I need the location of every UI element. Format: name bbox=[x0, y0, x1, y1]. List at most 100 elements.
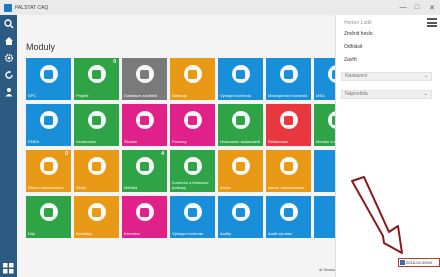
module-tile[interactable]: Databáze zdvatelů bbox=[122, 58, 167, 100]
module-tile[interactable]: Audit výrobku bbox=[266, 196, 311, 238]
calendar-icon bbox=[400, 260, 405, 265]
chevron-down-icon: ⌄ bbox=[423, 73, 428, 79]
apps-grid-icon[interactable] bbox=[3, 263, 14, 274]
cycle-icon bbox=[87, 111, 106, 129]
module-tile-label: Díly bbox=[28, 230, 35, 236]
archive-icon bbox=[231, 157, 250, 175]
close-button[interactable]: ✕ bbox=[424, 0, 440, 15]
module-tile[interactable]: Školení bbox=[122, 104, 167, 146]
audit2-icon bbox=[279, 203, 298, 221]
fmea-icon bbox=[39, 111, 58, 129]
date-indicator: 2018-02-09/04 bbox=[398, 258, 440, 267]
date-text: 2018-02-09/04 bbox=[406, 260, 433, 265]
module-tile[interactable]: Audity bbox=[218, 196, 263, 238]
settings-gear-icon[interactable] bbox=[0, 49, 17, 66]
module-tile[interactable]: SPC bbox=[26, 58, 71, 100]
module-tile-label: Mezioperační kontrola bbox=[268, 92, 308, 98]
window-controls: — □ ✕ bbox=[396, 0, 440, 15]
module-tile-label: Hodnocení dodavatelů bbox=[220, 138, 261, 144]
module-tile-label: Archiv bbox=[220, 184, 232, 190]
module-tile[interactable]: Interní dokumentace bbox=[266, 150, 311, 192]
person-icon bbox=[135, 111, 154, 129]
module-tile[interactable]: Reklamace bbox=[266, 104, 311, 146]
module-tile-label: Projekt bbox=[76, 92, 89, 98]
module-tile[interactable]: Stroje bbox=[74, 150, 119, 192]
audit-icon bbox=[231, 203, 250, 221]
main-area: Moduly SPC Projekt 0 Databáze zdvatelů Nástr… bbox=[17, 15, 359, 277]
module-tile[interactable]: Kontakty bbox=[74, 196, 119, 238]
claim-icon bbox=[279, 111, 298, 129]
refresh-icon[interactable] bbox=[0, 66, 17, 83]
section-help-label: Nápověda bbox=[345, 91, 368, 97]
module-tile-label: Měřidla bbox=[124, 184, 138, 190]
module-tile-label: Interview bbox=[124, 230, 141, 236]
module-tile-label: Kontakty bbox=[76, 230, 92, 236]
module-tile-label: Audit výrobku bbox=[268, 230, 293, 236]
home-icon[interactable] bbox=[0, 32, 17, 49]
module-tile[interactable]: Mezioperační kontrola bbox=[266, 58, 311, 100]
db-icon bbox=[135, 65, 154, 83]
module-tile[interactable]: Projekt 0 bbox=[74, 58, 119, 100]
menu-item-close[interactable]: Zavřít bbox=[344, 57, 357, 63]
interview-icon bbox=[135, 203, 154, 221]
machine-icon bbox=[87, 157, 106, 175]
module-tile-label: SPC bbox=[28, 92, 37, 98]
search-icon[interactable] bbox=[0, 15, 17, 32]
module-tile-label: Kontrolní a testovací postupy bbox=[172, 180, 209, 190]
section-settings-label: Nastavení bbox=[345, 73, 368, 79]
module-tile[interactable]: Řízení dokumentací 0 bbox=[26, 150, 71, 192]
module-tile[interactable]: Výstupní kontrola bbox=[170, 196, 215, 238]
parts-icon bbox=[39, 203, 58, 221]
idocs-icon bbox=[279, 157, 298, 175]
module-badge: 0 bbox=[65, 151, 68, 157]
module-tile[interactable]: Výstupní kontrola bbox=[218, 58, 263, 100]
module-tile[interactable]: Hodnocení dodavatelů bbox=[218, 104, 263, 146]
list-icon bbox=[87, 65, 106, 83]
docs-icon bbox=[39, 157, 58, 175]
minimize-button[interactable]: — bbox=[396, 0, 410, 15]
module-tile-label: Nástroje bbox=[172, 92, 187, 98]
module-tile-label: Databáze zdvatelů bbox=[124, 92, 158, 98]
module-tile[interactable]: Interview bbox=[122, 196, 167, 238]
module-tile[interactable]: Kontrolní a testovací postupy bbox=[170, 150, 215, 192]
left-sidebar bbox=[0, 15, 17, 277]
page-title: Moduly bbox=[26, 42, 56, 52]
menu-icon[interactable] bbox=[427, 18, 437, 27]
module-tile-label: Procesy bbox=[172, 138, 187, 144]
menu-item-change-password[interactable]: Změnit heslo bbox=[344, 31, 373, 37]
tools-icon bbox=[183, 65, 202, 83]
module-tile[interactable]: Archiv bbox=[218, 150, 263, 192]
module-tile-label: Stroje bbox=[76, 184, 87, 190]
module-tile-label: Interní dokumentace bbox=[268, 184, 305, 190]
module-tile[interactable]: Procesy bbox=[170, 104, 215, 146]
check-icon bbox=[231, 65, 250, 83]
module-tile-label: Řízení dokumentací bbox=[28, 184, 64, 190]
rating-icon bbox=[231, 111, 250, 129]
module-tile-label: Audity bbox=[220, 230, 232, 236]
title-bar: PALSTAT CAQ — □ ✕ bbox=[0, 0, 440, 15]
user-icon[interactable] bbox=[0, 83, 17, 100]
app-title: PALSTAT CAQ bbox=[15, 4, 49, 11]
chart-icon bbox=[39, 65, 58, 83]
process-icon bbox=[183, 111, 202, 129]
chevron-down-icon: ⌄ bbox=[423, 91, 428, 97]
module-badge: 4 bbox=[161, 151, 164, 157]
module-tile[interactable]: Vzorkování bbox=[74, 104, 119, 146]
maximize-button[interactable]: □ bbox=[410, 0, 424, 15]
flow-icon bbox=[279, 65, 298, 83]
section-help[interactable]: Nápověda ⌄ bbox=[341, 90, 432, 99]
menu-item-logout[interactable]: Odhlásit bbox=[344, 44, 362, 50]
module-tile[interactable]: FMEA bbox=[26, 104, 71, 146]
module-tile-label: FMEA bbox=[28, 138, 40, 144]
module-tile[interactable]: Díly bbox=[26, 196, 71, 238]
user-name: Herber Ludě bbox=[344, 20, 372, 26]
app-logo bbox=[4, 3, 12, 12]
module-tile[interactable]: Měřidla 4 bbox=[122, 150, 167, 192]
module-tile[interactable]: Nástroje bbox=[170, 58, 215, 100]
section-settings[interactable]: Nastavení ⌄ bbox=[341, 72, 432, 81]
module-tile-label: Výstupní kontrola bbox=[220, 92, 251, 98]
check-icon bbox=[183, 203, 202, 221]
contacts-icon bbox=[87, 203, 106, 221]
module-tile-label: Školení bbox=[124, 138, 138, 144]
module-badge: 0 bbox=[113, 59, 116, 65]
